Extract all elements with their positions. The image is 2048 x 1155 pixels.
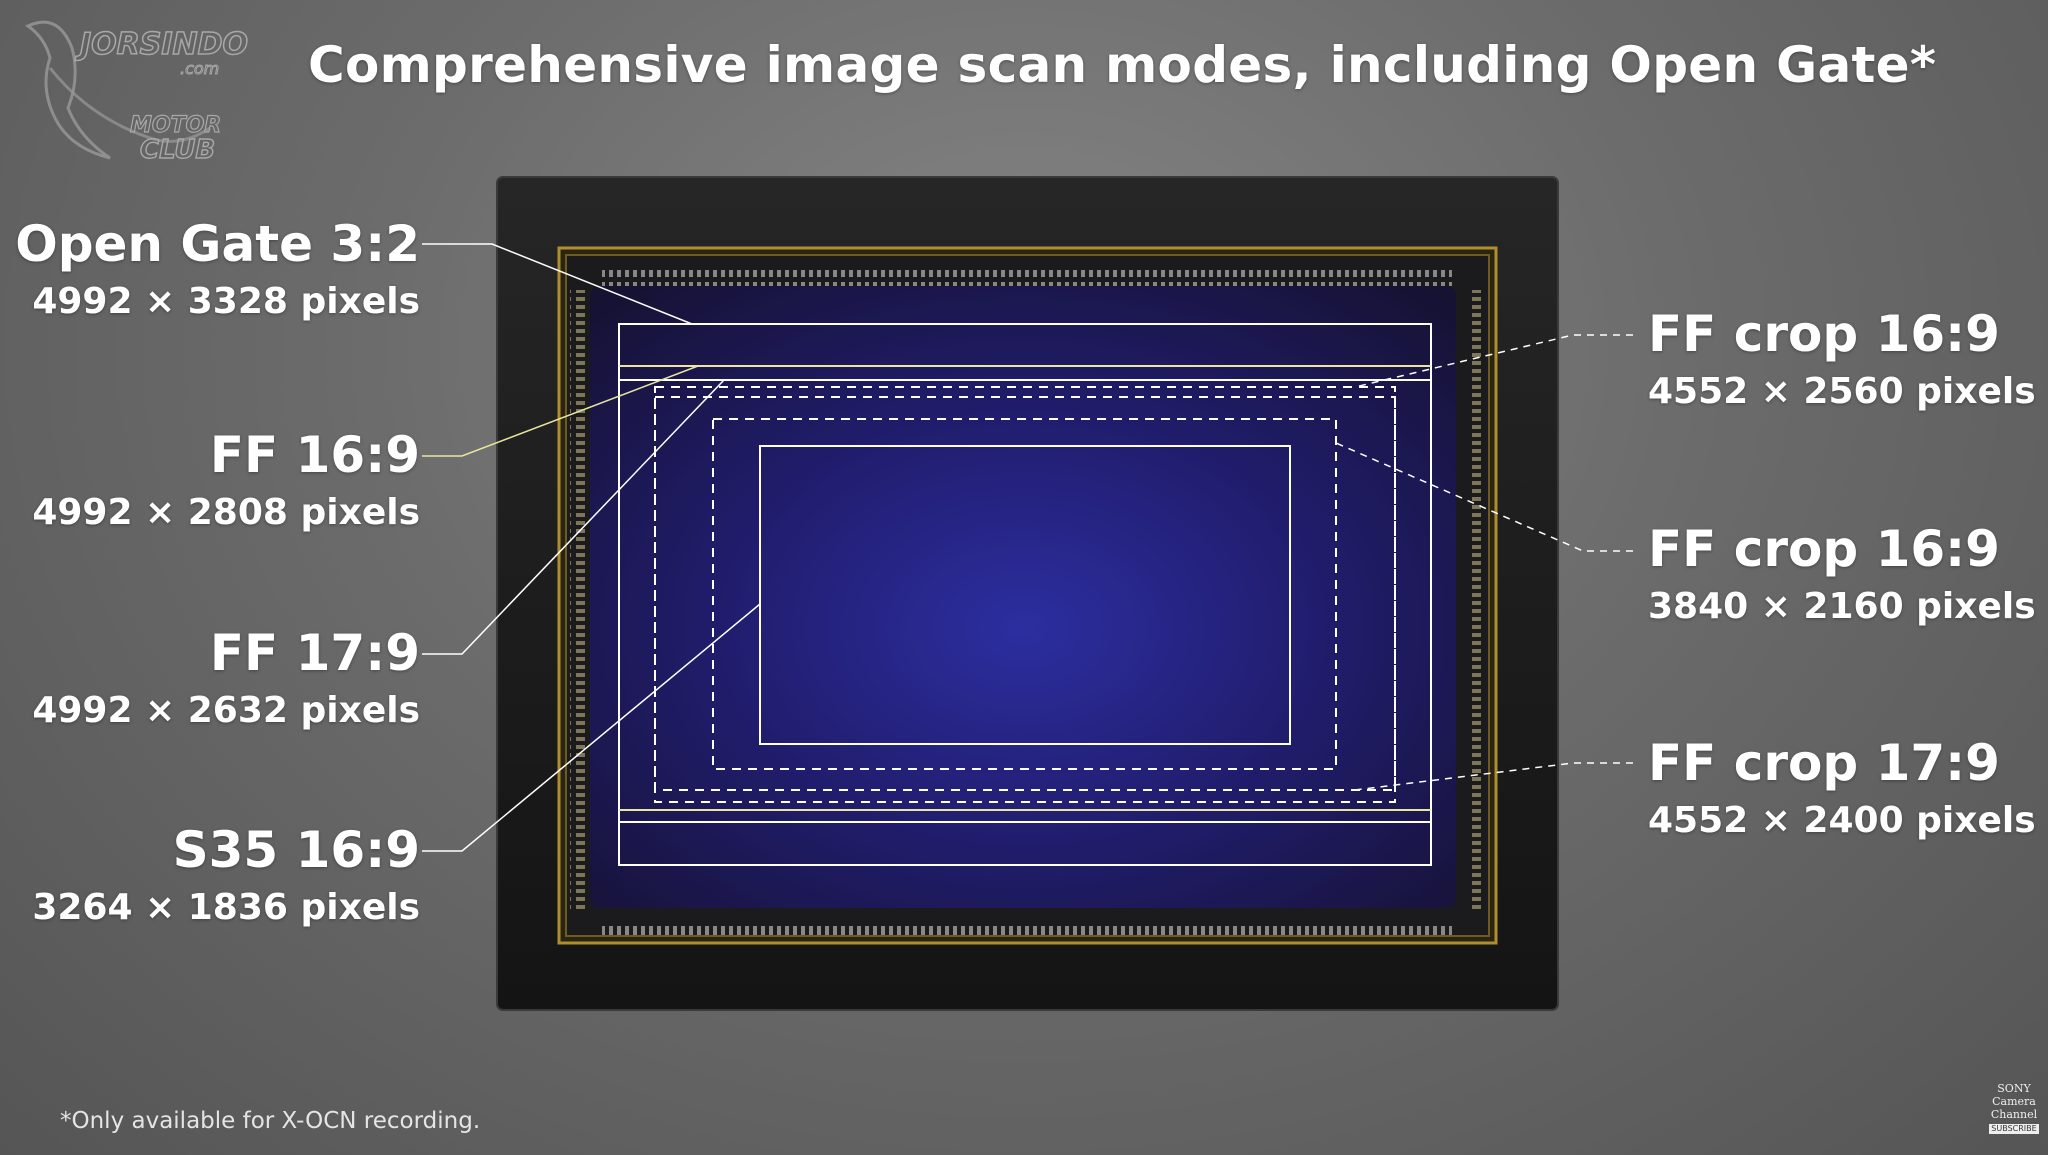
subscribe-button[interactable]: SUBSCRIBE <box>1989 1124 2039 1134</box>
mode-size: 4552 × 2400 pixels <box>1648 800 2036 841</box>
mode-size: 3264 × 1836 pixels <box>32 887 420 928</box>
mode-name: FF 16:9 <box>209 426 420 484</box>
mode-ff-crop-169-small: FF crop 16:9 3840 × 2160 pixels <box>1648 520 2048 630</box>
mode-name: Open Gate 3:2 <box>15 215 420 273</box>
pin-column-right <box>1470 290 1486 910</box>
pin-column-left <box>570 290 586 910</box>
brand-line: Camera <box>1992 1095 2036 1108</box>
brand-line: Channel <box>1990 1108 2038 1121</box>
mode-name: FF crop 17:9 <box>1648 734 2000 792</box>
mode-size: 4992 × 2808 pixels <box>32 492 420 533</box>
channel-brand[interactable]: SONY Camera Channel SUBSCRIBE <box>1986 1082 2042 1134</box>
brand-line: SONY <box>1997 1082 2031 1095</box>
mode-name: S35 16:9 <box>172 821 420 879</box>
mode-size: 4552 × 2560 pixels <box>1648 371 2036 412</box>
mode-s35-169: S35 16:9 3264 × 1836 pixels <box>0 821 420 931</box>
mode-name: FF crop 16:9 <box>1648 305 2000 363</box>
mode-size: 3840 × 2160 pixels <box>1648 586 2036 627</box>
mode-size: 4992 × 3328 pixels <box>32 281 420 322</box>
mode-name: FF crop 16:9 <box>1648 520 2000 578</box>
mode-size: 4992 × 2632 pixels <box>32 690 420 731</box>
mode-ff-169: FF 16:9 4992 × 2808 pixels <box>0 426 420 536</box>
pin-row-bottom <box>602 926 1452 940</box>
mode-ff-179: FF 17:9 4992 × 2632 pixels <box>0 624 420 734</box>
pin-row-top <box>602 270 1452 286</box>
mode-ff-crop-179: FF crop 17:9 4552 × 2400 pixels <box>1648 734 2048 844</box>
footnote: *Only available for X-OCN recording. <box>60 1108 481 1134</box>
mode-open-gate: Open Gate 3:2 4992 × 3328 pixels <box>0 215 420 325</box>
mode-ff-crop-169-large: FF crop 16:9 4552 × 2560 pixels <box>1648 305 2048 415</box>
mode-name: FF 17:9 <box>209 624 420 682</box>
